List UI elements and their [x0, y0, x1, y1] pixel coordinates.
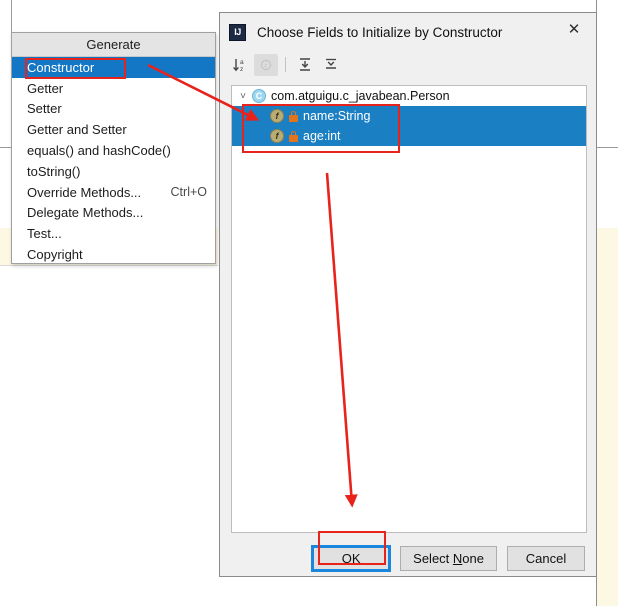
menu-item-label: Constructor [27, 59, 95, 75]
generate-menu-title: Generate [12, 33, 215, 57]
menu-item-shortcut: Ctrl+O [170, 185, 207, 200]
editor-rule-bottom [0, 265, 218, 266]
chevron-down-icon[interactable]: ˅ [234, 91, 252, 102]
select-none-button[interactable]: Select None [400, 545, 497, 571]
svg-text:z: z [240, 66, 243, 73]
field-node-label: name:String [303, 109, 371, 123]
collapse-all-icon[interactable] [319, 54, 343, 76]
generate-popup-menu: Generate Constructor Getter Setter Getter a… [11, 32, 216, 264]
tree-node-class[interactable]: ˅ C com.atguigu.c_javabean.Person [232, 86, 586, 106]
menu-item-label: toString() [27, 163, 81, 179]
class-icon: C [252, 89, 266, 103]
dialog-title: Choose Fields to Initialize by Construct… [257, 24, 503, 40]
dialog-button-bar: OK Select None Cancel [220, 541, 596, 575]
generate-menu-list: Constructor Getter Setter Getter and Setter… [12, 57, 215, 265]
cancel-button[interactable]: Cancel [507, 545, 585, 571]
svg-text:a: a [240, 59, 244, 66]
field-icon: f [270, 109, 284, 123]
menu-item-label: Override Methods... [27, 184, 142, 200]
menu-item-override-methods[interactable]: Override Methods... Ctrl+O [12, 182, 215, 203]
menu-item-getter-and-setter[interactable]: Getter and Setter [12, 119, 215, 140]
field-node-label: age:int [303, 129, 341, 143]
menu-item-tostring[interactable]: toString() [12, 161, 215, 182]
editor-rule-right [596, 147, 618, 148]
menu-item-label: Getter [27, 80, 64, 96]
menu-item-delegate-methods[interactable]: Delegate Methods... [12, 203, 215, 224]
menu-item-label: Setter [27, 101, 62, 117]
tree-node-field[interactable]: f age:int [232, 126, 586, 146]
dialog-toolbar: a z c [220, 51, 596, 78]
button-label: Cancel [525, 550, 567, 566]
dialog-title-bar: IJ Choose Fields to Initialize by Constr… [220, 13, 596, 51]
fields-tree[interactable]: ˅ C com.atguigu.c_javabean.Person f name:… [231, 85, 587, 533]
close-icon[interactable]: ✕ [552, 13, 596, 45]
menu-item-equals-and-hashcode[interactable]: equals() and hashCode() [12, 140, 215, 161]
choose-fields-dialog: IJ Choose Fields to Initialize by Constr… [219, 12, 597, 577]
expand-all-icon[interactable] [293, 54, 317, 76]
menu-item-getter[interactable]: Getter [12, 78, 215, 99]
menu-item-label: equals() and hashCode() [27, 143, 171, 159]
menu-item-test[interactable]: Test... [12, 223, 215, 244]
button-label: Select None [413, 550, 484, 566]
menu-item-label: Test... [27, 226, 62, 242]
class-node-label: com.atguigu.c_javabean.Person [271, 89, 450, 103]
group-by-class-icon[interactable]: c [254, 53, 278, 76]
menu-item-setter[interactable]: Setter [12, 99, 215, 120]
intellij-idea-icon: IJ [229, 23, 246, 41]
lock-icon [289, 130, 298, 142]
ok-button[interactable]: OK [311, 544, 392, 572]
tree-field-rows: f name:String f age:int [232, 106, 586, 146]
menu-item-constructor[interactable]: Constructor [12, 57, 215, 78]
menu-item-label: Copyright [27, 247, 83, 263]
editor-background-right [597, 228, 618, 606]
menu-item-copyright[interactable]: Copyright [12, 244, 215, 265]
lock-icon [289, 110, 298, 122]
button-label: OK [341, 550, 361, 566]
menu-item-label: Delegate Methods... [27, 205, 144, 221]
sort-alphabetically-icon[interactable]: a z [228, 54, 252, 76]
svg-text:c: c [265, 63, 268, 69]
toolbar-separator [285, 57, 286, 72]
tree-node-field[interactable]: f name:String [232, 106, 586, 126]
field-icon: f [270, 129, 284, 143]
menu-item-label: Getter and Setter [27, 122, 127, 138]
